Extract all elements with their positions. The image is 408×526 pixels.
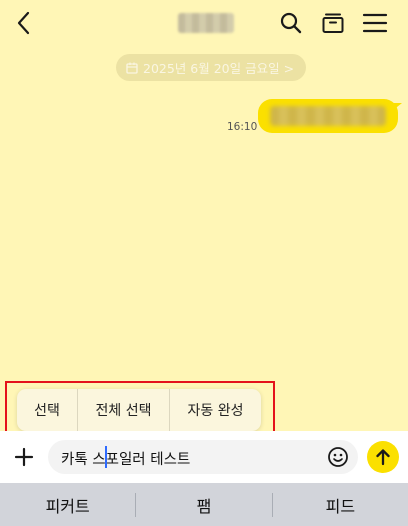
menu-icon: [362, 13, 388, 33]
message-time: 16:10: [227, 121, 258, 133]
back-button[interactable]: [13, 10, 35, 36]
menu-button[interactable]: [362, 10, 388, 36]
suggestion-2[interactable]: 팸: [136, 493, 271, 517]
message-bubble-sent[interactable]: [258, 99, 402, 133]
chat-header: [0, 0, 408, 46]
suggestion-1[interactable]: 피커트: [0, 493, 135, 517]
message-input-bar: 카톡 스포일러 테스트: [0, 431, 408, 483]
send-button[interactable]: [367, 441, 399, 473]
text-cursor: [105, 446, 107, 468]
search-icon: [280, 12, 302, 34]
message-input[interactable]: 카톡 스포일러 테스트: [48, 440, 358, 474]
message-text-redacted: [270, 106, 386, 126]
calendar-icon: [126, 62, 138, 74]
arrow-up-icon: [376, 449, 390, 466]
attach-button[interactable]: [11, 444, 37, 470]
suggestion-3[interactable]: 피드: [273, 493, 408, 517]
emoji-button[interactable]: [327, 446, 349, 468]
date-divider[interactable]: 2025년 6월 20일 금요일 >: [116, 54, 307, 81]
date-label: 2025년 6월 20일 금요일 >: [143, 61, 295, 76]
search-button[interactable]: [278, 10, 304, 36]
keyboard-suggestion-bar: 피커트 팸 피드: [0, 483, 408, 526]
archive-icon: [322, 13, 344, 33]
plus-icon: [14, 447, 34, 467]
chevron-left-icon: [17, 11, 30, 35]
emoji-icon: [328, 447, 348, 467]
archive-button[interactable]: [320, 10, 346, 36]
chat-title-redacted: [178, 13, 234, 33]
message-input-text: 카톡 스포일러 테스트: [61, 452, 191, 468]
